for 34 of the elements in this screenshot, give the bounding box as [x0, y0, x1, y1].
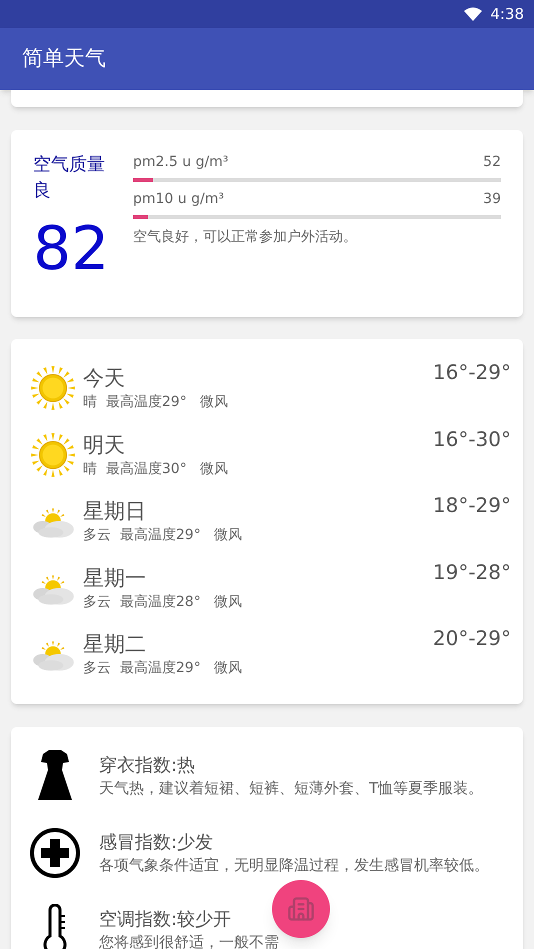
index-description: 天气热，建议着短裙、短裤、短薄外套、T恤等夏季服装。: [99, 778, 484, 798]
day-name: 明天: [83, 432, 126, 459]
day-name: 星期一: [83, 564, 147, 592]
weather-detail: 晴 最高温度29° 微风: [83, 393, 230, 412]
temperature-range: 19°-28°: [432, 558, 511, 586]
medical-cross-icon: [29, 826, 81, 878]
pollutant-label: pm2.5 u g/m³: [133, 153, 228, 172]
aqi-value: 82: [33, 214, 110, 284]
wifi-icon: [464, 7, 482, 21]
pollutant-value: 39: [483, 190, 501, 209]
day-name: 今天: [83, 365, 126, 392]
temperature-range: 18°-29°: [432, 492, 511, 519]
day-name: 星期二: [83, 631, 147, 658]
app-title: 简单天气: [22, 45, 106, 72]
day-name: 星期日: [83, 498, 147, 526]
pollutant-label: pm10 u g/m³: [133, 190, 224, 209]
weather-detail: 晴 最高温度30° 微风: [83, 460, 230, 479]
temperature-range: 16°-29°: [432, 359, 511, 386]
weather-detail: 多云 最高温度29° 微风: [83, 659, 244, 678]
clock: 4:38: [490, 4, 524, 25]
temperature-range: 16°-30°: [432, 426, 511, 452]
temperature-range: 20°-29°: [432, 625, 511, 652]
index-title: 空调指数:较少开: [99, 908, 232, 932]
air-advice: 空气良好，可以正常参加户外活动。: [133, 228, 358, 247]
index-title: 感冒指数:少发: [99, 831, 214, 855]
pollutant-value: 52: [483, 153, 501, 172]
index-description: 您将感到很舒适，一般不需: [99, 932, 279, 949]
index-title: 穿衣指数:热: [99, 754, 196, 778]
weather-detail: 多云 最高温度28° 微风: [83, 592, 244, 612]
building-icon: [287, 895, 315, 923]
index-description: 各项气象条件适宜，无明显降温过程，发生感冒机率较低。: [99, 855, 489, 875]
air-quality-title: 空气质量: [33, 153, 106, 177]
weather-detail: 多云 最高温度29° 微风: [83, 526, 244, 546]
air-quality-grade: 良: [33, 179, 52, 203]
